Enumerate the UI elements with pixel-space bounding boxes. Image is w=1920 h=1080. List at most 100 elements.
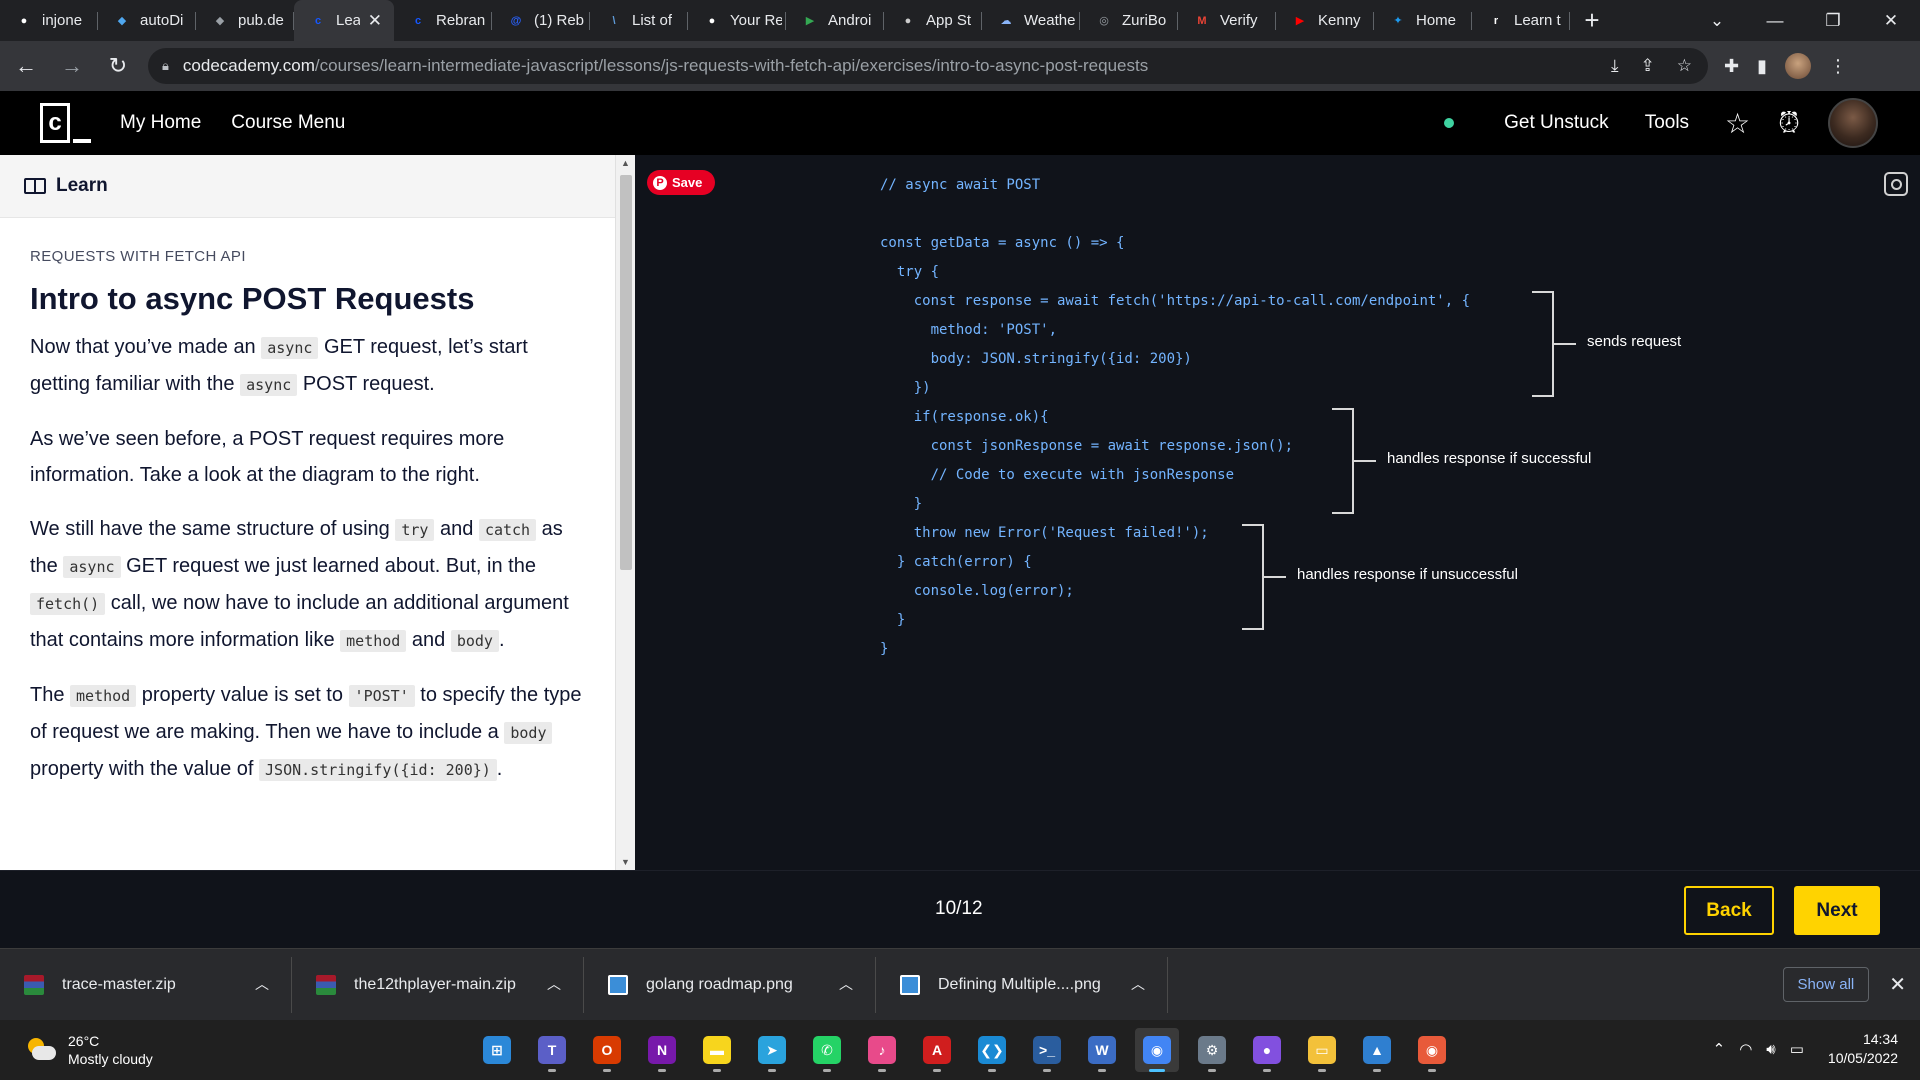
chevron-up-icon[interactable]: ︿ xyxy=(255,974,269,994)
file-explorer-icon: ▭ xyxy=(1308,1036,1336,1064)
tab-title: Home xyxy=(1416,12,1457,29)
download-item[interactable]: trace-master.zip ︿ xyxy=(0,956,292,1013)
taskbar-app-vscode[interactable]: ❮❯ xyxy=(970,1028,1014,1072)
lesson-eyebrow: REQUESTS WITH FETCH API xyxy=(30,248,246,265)
taskbar-app-onenote[interactable]: N xyxy=(640,1028,684,1072)
chevron-up-icon[interactable]: ︿ xyxy=(547,974,561,994)
close-tab-icon[interactable]: ✕ xyxy=(368,11,382,31)
close-downloads-icon[interactable]: ✕ xyxy=(1889,972,1906,997)
learn-scrollbar[interactable]: ▲ ▼ xyxy=(615,155,635,870)
code-line: const getData = async () => { xyxy=(880,235,1125,251)
taskbar-app-telegram[interactable]: ➤ xyxy=(750,1028,794,1072)
chevron-up-icon[interactable]: ⌃ xyxy=(1713,1040,1726,1058)
url-host[interactable]: codecademy.com xyxy=(183,56,315,76)
tab-title: App St xyxy=(926,12,972,29)
taskbar-app-chrome-beta[interactable]: ◉ xyxy=(1410,1028,1454,1072)
taskbar-app-teams[interactable]: T xyxy=(530,1028,574,1072)
browser-tab[interactable]: ▶ Androi xyxy=(786,0,884,41)
browser-tab[interactable]: c Rebran xyxy=(394,0,492,41)
scroll-down-arrow-icon[interactable]: ▼ xyxy=(621,857,630,867)
library-icon: \ xyxy=(612,14,616,27)
weather-widget[interactable]: 26°C Mostly cloudy xyxy=(26,1032,153,1068)
reload-icon[interactable]: ↻ xyxy=(98,46,138,86)
chrome-menu-icon[interactable]: ⋮ xyxy=(1829,56,1847,77)
browser-tab[interactable]: ● App St xyxy=(884,0,982,41)
close-window-button[interactable]: ✕ xyxy=(1862,11,1920,31)
extensions-icon[interactable]: ✚ xyxy=(1724,56,1739,77)
minimize-button[interactable]: — xyxy=(1746,11,1804,31)
taskbar-app-whatsapp[interactable]: ✆ xyxy=(805,1028,849,1072)
new-tab-button[interactable]: + xyxy=(1570,0,1614,41)
taskbar-app-file-explorer[interactable]: ▭ xyxy=(1300,1028,1344,1072)
taskbar-app-wordpad[interactable]: W xyxy=(1080,1028,1124,1072)
forward-arrow-icon[interactable]: → xyxy=(52,46,92,86)
taskbar-app-powershell[interactable]: >_ xyxy=(1025,1028,1069,1072)
inline-code: body xyxy=(450,630,499,652)
browser-tab[interactable]: c Lea ✕ xyxy=(294,0,394,41)
browser-tab[interactable]: ● injone xyxy=(0,0,98,41)
taskbar-app-office[interactable]: O xyxy=(585,1028,629,1072)
star-icon[interactable]: ☆ xyxy=(1725,107,1750,140)
browser-tab[interactable]: M Verify xyxy=(1178,0,1276,41)
back-button[interactable]: Back xyxy=(1684,886,1774,935)
scrollbar-thumb[interactable] xyxy=(620,175,632,570)
battery-icon[interactable]: ▭ xyxy=(1790,1040,1804,1058)
share-icon[interactable]: ⇪ xyxy=(1641,56,1655,76)
chevron-up-icon[interactable]: ︿ xyxy=(1131,974,1145,994)
taskbar-app-acrobat[interactable]: A xyxy=(915,1028,959,1072)
scroll-up-arrow-icon[interactable]: ▲ xyxy=(621,158,630,168)
next-button[interactable]: Next xyxy=(1794,886,1880,935)
download-item[interactable]: Defining Multiple....png ︿ xyxy=(876,956,1168,1013)
taskbar-app-settings[interactable]: ⚙ xyxy=(1190,1028,1234,1072)
browser-tab[interactable]: ☁ Weathe xyxy=(982,0,1080,41)
address-bar[interactable]: 🔒︎ codecademy.com/courses/learn-intermed… xyxy=(148,48,1708,84)
lock-icon[interactable]: 🔒︎ xyxy=(162,58,169,74)
alarm-clock-icon[interactable]: ⏰︎ xyxy=(1778,107,1800,140)
browser-tab[interactable]: ✦ Home xyxy=(1374,0,1472,41)
browser-tab[interactable]: ◆ pub.de xyxy=(196,0,294,41)
browser-tab[interactable]: ◆ autoDi xyxy=(98,0,196,41)
profile-avatar[interactable] xyxy=(1785,53,1811,79)
codecademy-icon: r xyxy=(1493,14,1499,27)
taskbar-app-itunes[interactable]: ♪ xyxy=(860,1028,904,1072)
code-line: const response = await fetch('https://ap… xyxy=(880,293,1471,309)
wifi-icon[interactable]: ◠ xyxy=(1739,1040,1752,1058)
back-arrow-icon[interactable]: ← xyxy=(6,46,46,86)
dart-icon: ◆ xyxy=(215,15,225,27)
running-indicator xyxy=(768,1069,776,1072)
pinterest-save-button[interactable]: P Save xyxy=(647,170,715,195)
browser-tab[interactable]: ◎ ZuriBo xyxy=(1080,0,1178,41)
chevron-up-icon[interactable]: ︿ xyxy=(839,974,853,994)
running-indicator xyxy=(548,1069,556,1072)
taskbar-app-start[interactable]: ⊞ xyxy=(475,1028,519,1072)
show-all-downloads-button[interactable]: Show all xyxy=(1782,967,1870,1002)
user-avatar[interactable] xyxy=(1828,98,1878,148)
code-line: body: JSON.stringify({id: 200}) xyxy=(880,351,1192,367)
lens-search-icon[interactable] xyxy=(1884,172,1908,196)
taskbar-app-sticky-notes[interactable]: ▬ xyxy=(695,1028,739,1072)
taskbar-app-github-desktop[interactable]: ● xyxy=(1245,1028,1289,1072)
volume-icon[interactable]: 🔊︎ xyxy=(1766,1041,1775,1058)
clock[interactable]: 14:34 10/05/2022 xyxy=(1828,1030,1898,1068)
tab-search-icon[interactable]: ⌄ xyxy=(1688,11,1746,31)
codecademy-logo[interactable]: c xyxy=(40,103,92,143)
learn-tab[interactable]: Learn xyxy=(0,155,635,218)
download-item[interactable]: golang roadmap.png ︿ xyxy=(584,956,876,1013)
my-home-link[interactable]: My Home xyxy=(120,112,201,134)
browser-tab[interactable]: ● Your Re xyxy=(688,0,786,41)
get-unstuck-button[interactable]: Get Unstuck xyxy=(1504,112,1609,134)
url-path[interactable]: /courses/learn-intermediate-javascript/l… xyxy=(315,56,1148,76)
download-item[interactable]: the12thplayer-main.zip ︿ xyxy=(292,956,584,1013)
browser-tab[interactable]: ▶ Kenny xyxy=(1276,0,1374,41)
browser-tab[interactable]: @ (1) Reb xyxy=(492,0,590,41)
bookmark-star-icon[interactable]: ☆ xyxy=(1677,56,1692,76)
taskbar-app-chrome[interactable]: ◉ xyxy=(1135,1028,1179,1072)
browser-tab[interactable]: r Learn t xyxy=(1472,0,1570,41)
taskbar-app-photos[interactable]: ▲ xyxy=(1355,1028,1399,1072)
course-menu-link[interactable]: Course Menu xyxy=(231,112,345,134)
browser-tab[interactable]: \ List of xyxy=(590,0,688,41)
tools-button[interactable]: Tools xyxy=(1645,112,1689,134)
side-panel-icon[interactable]: ▮ xyxy=(1757,56,1767,77)
install-app-icon[interactable]: ⤓ xyxy=(1611,56,1619,76)
restore-button[interactable]: ❐ xyxy=(1804,11,1862,31)
